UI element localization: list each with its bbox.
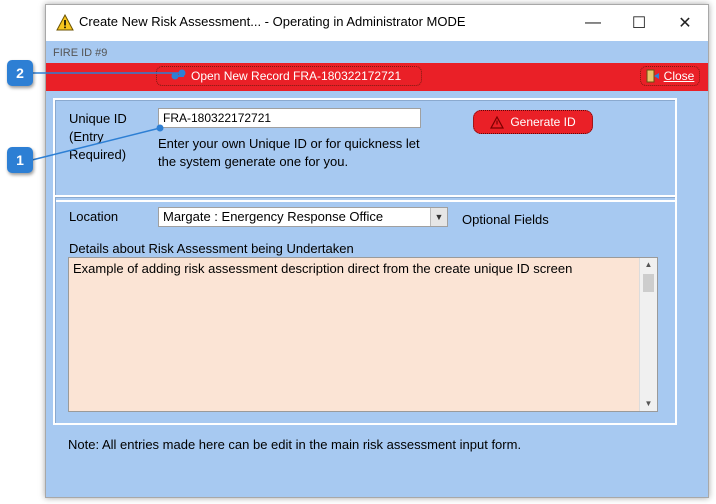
generate-id-button[interactable]: Generate ID <box>473 110 593 134</box>
open-record-icon <box>171 72 184 80</box>
details-textarea[interactable]: Example of adding risk assessment descri… <box>68 257 658 412</box>
client-area: FIRE ID #9 Open New Record FRA-180322172… <box>46 41 708 497</box>
scroll-down-icon[interactable]: ▼ <box>640 397 657 411</box>
details-panel: Location Margate : Energency Response Of… <box>53 195 677 425</box>
unique-id-label-line2: (Entry <box>69 129 104 144</box>
details-text: Example of adding risk assessment descri… <box>73 261 573 276</box>
unique-id-help-line1: Enter your own Unique ID or for quicknes… <box>158 136 420 151</box>
maximize-icon: ☐ <box>631 15 647 32</box>
unique-id-help-line2: the system generate one for you. <box>158 154 349 169</box>
unique-id-label-line1: Unique ID <box>69 111 127 126</box>
generate-icon <box>490 115 505 129</box>
scroll-up-icon[interactable]: ▲ <box>640 258 657 272</box>
dialog-window: Create New Risk Assessment... - Operatin… <box>45 4 709 498</box>
unique-id-help: Enter your own Unique ID or for quicknes… <box>158 135 420 171</box>
generate-id-label: Generate ID <box>510 115 576 129</box>
open-new-record-button[interactable]: Open New Record FRA-180322172721 <box>156 66 422 86</box>
unique-id-label: Unique ID (Entry Required) <box>69 110 127 164</box>
close-icon: ✕ <box>678 15 692 32</box>
footer-note: Note: All entries made here can be edit … <box>68 437 522 452</box>
location-label: Location <box>69 209 119 224</box>
exit-icon <box>646 69 659 83</box>
chevron-down-icon[interactable]: ▼ <box>430 208 447 226</box>
warning-icon <box>56 14 74 31</box>
window-close-button[interactable]: ✕ <box>662 5 708 41</box>
location-select[interactable]: Margate : Energency Response Office ▼ <box>158 207 448 227</box>
details-label: Details about Risk Assessment being Unde… <box>69 241 354 256</box>
fire-id-label: FIRE ID #9 <box>53 47 108 59</box>
title-bar: Create New Risk Assessment... - Operatin… <box>46 5 708 41</box>
window-title: Create New Risk Assessment... - Operatin… <box>79 14 466 29</box>
callout-badge-1: 1 <box>7 147 33 173</box>
optional-fields-label: Optional Fields <box>462 212 549 227</box>
open-new-record-label: Open New Record FRA-180322172721 <box>191 69 402 83</box>
unique-id-label-line3: Required) <box>69 147 127 162</box>
callout-badge-2: 2 <box>7 60 33 86</box>
close-button[interactable]: Close <box>640 66 700 86</box>
details-scrollbar[interactable]: ▲ ▼ <box>639 258 657 411</box>
action-bar: Open New Record FRA-180322172721 Close <box>46 63 708 91</box>
unique-id-panel: Unique ID (Entry Required) FRA-180322172… <box>53 98 677 202</box>
minimize-button[interactable]: — <box>570 5 616 41</box>
close-label: Close <box>663 69 695 83</box>
maximize-button[interactable]: ☐ <box>616 5 662 41</box>
location-value: Margate : Energency Response Office <box>163 209 384 224</box>
scroll-thumb[interactable] <box>643 274 654 292</box>
minimize-icon: — <box>585 14 601 31</box>
unique-id-input[interactable]: FRA-180322172721 <box>158 108 421 128</box>
